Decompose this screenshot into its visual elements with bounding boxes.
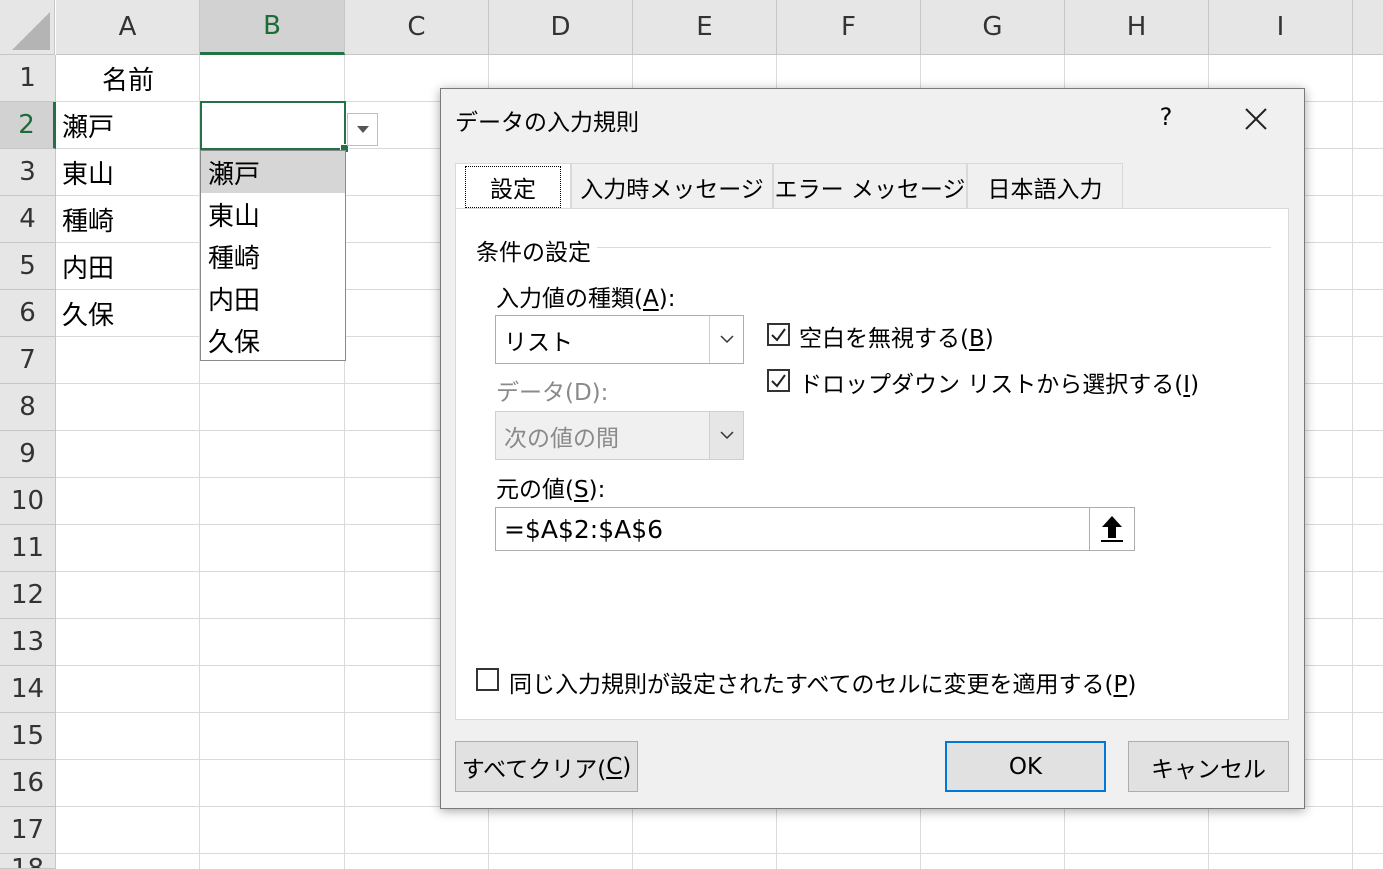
checkmark-icon [771, 328, 786, 342]
row-header-14[interactable]: 14 [0, 666, 56, 713]
cell-a2[interactable]: 瀬戸 [62, 102, 114, 149]
row-header-13[interactable]: 13 [0, 619, 56, 666]
dropdown-option[interactable]: 久保 [201, 319, 345, 361]
row-header-10[interactable]: 10 [0, 478, 56, 525]
allow-combo-button[interactable] [709, 316, 743, 363]
active-cell-b2[interactable] [200, 101, 349, 153]
row-header-6[interactable]: 6 [0, 290, 56, 337]
row-header-9[interactable]: 9 [0, 431, 56, 478]
apply-all-label[interactable]: 同じ入力規則が設定されたすべてのセルに変更を適用する(P) [509, 665, 1136, 699]
row-header-8[interactable]: 8 [0, 384, 56, 431]
ignore-blank-checkbox[interactable] [767, 323, 790, 346]
column-header-a[interactable]: A [56, 0, 200, 55]
row-header-4[interactable]: 4 [0, 196, 56, 243]
settings-panel: 条件の設定 入力値の種類(A): リスト 空白を無視する(B) ドロップダウン … [455, 208, 1289, 720]
data-value: 次の値の間 [504, 425, 619, 452]
source-input[interactable]: =$A$2:$A$6 [495, 507, 1135, 551]
row-header-18[interactable]: 18 [0, 854, 56, 869]
data-combo: 次の値の間 [495, 411, 744, 460]
apply-all-checkbox[interactable] [476, 668, 499, 691]
cancel-button[interactable]: キャンセル [1128, 741, 1289, 792]
source-label: 元の値(S): [496, 477, 606, 503]
in-cell-dropdown-label[interactable]: ドロップダウン リストから選択する(I) [799, 365, 1199, 399]
column-header-i[interactable]: I [1209, 0, 1353, 55]
close-button[interactable] [1238, 101, 1274, 137]
row-header-15[interactable]: 15 [0, 713, 56, 760]
row-header-2[interactable]: 2 [0, 102, 56, 149]
column-header-d[interactable]: D [489, 0, 633, 55]
row-header-3[interactable]: 3 [0, 149, 56, 196]
row-header-16[interactable]: 16 [0, 760, 56, 807]
chevron-down-icon [719, 431, 734, 440]
data-label: データ(D): [496, 380, 609, 406]
close-icon [1245, 108, 1267, 130]
tab-error-alert[interactable]: エラー メッセージ [773, 163, 967, 209]
checkmark-icon [771, 374, 786, 388]
cell-a6[interactable]: 久保 [62, 290, 114, 337]
column-header-g[interactable]: G [921, 0, 1065, 55]
chevron-down-icon [719, 335, 734, 344]
group-title: 条件の設定 [476, 233, 597, 267]
data-validation-dialog: データの入力規則 ? 設定 入力時メッセージ エラー メッセージ 日本語入力 条… [440, 88, 1305, 809]
tab-ime-mode[interactable]: 日本語入力 [967, 163, 1123, 209]
dialog-title: データの入力規則 [455, 110, 639, 136]
row-header-5[interactable]: 5 [0, 243, 56, 290]
select-all-triangle-icon [12, 12, 50, 50]
grid-line [1352, 55, 1353, 869]
collapse-dialog-button[interactable] [1089, 507, 1135, 551]
data-combo-button [709, 412, 743, 459]
row-header-17[interactable]: 17 [0, 807, 56, 854]
column-header-e[interactable]: E [633, 0, 777, 55]
in-cell-dropdown-checkbox[interactable] [767, 369, 790, 392]
clear-all-button[interactable]: すべてクリア(C) [455, 741, 638, 792]
dropdown-option[interactable]: 種崎 [201, 235, 345, 277]
validation-dropdown-list: 瀬戸 東山 種崎 内田 久保 [200, 150, 346, 361]
row-header-1[interactable]: 1 [0, 55, 56, 102]
column-header-next[interactable] [1353, 0, 1383, 55]
cell-a4[interactable]: 種崎 [62, 196, 114, 243]
row-header-11[interactable]: 11 [0, 525, 56, 572]
allow-combo[interactable]: リスト [495, 315, 744, 364]
allow-value: リスト [504, 329, 573, 356]
dropdown-option[interactable]: 東山 [201, 193, 345, 235]
cell-a1[interactable]: 名前 [56, 55, 200, 102]
column-header-b[interactable]: B [200, 0, 345, 55]
tab-input-message[interactable]: 入力時メッセージ [571, 163, 773, 209]
allow-label: 入力値の種類(A): [496, 286, 676, 312]
column-header-c[interactable]: C [345, 0, 489, 55]
column-header-h[interactable]: H [1065, 0, 1209, 55]
validation-dropdown-button[interactable] [347, 113, 378, 146]
ignore-blank-label[interactable]: 空白を無視する(B) [799, 319, 994, 353]
cell-a3[interactable]: 東山 [62, 149, 114, 196]
tab-settings[interactable]: 設定 [455, 163, 571, 209]
select-all-corner[interactable] [0, 0, 55, 55]
cell-a5[interactable]: 内田 [62, 243, 114, 290]
row-header-12[interactable]: 12 [0, 572, 56, 619]
column-header-f[interactable]: F [777, 0, 921, 55]
tab-settings-label: 設定 [465, 165, 561, 208]
range-select-arrow-icon [1101, 516, 1123, 542]
dropdown-option[interactable]: 内田 [201, 277, 345, 319]
help-button[interactable]: ? [1154, 99, 1178, 135]
dropdown-option[interactable]: 瀬戸 [201, 151, 345, 193]
grid-line [56, 853, 1383, 854]
ok-button[interactable]: OK [945, 741, 1106, 792]
row-header-7[interactable]: 7 [0, 337, 56, 384]
dropdown-arrow-icon [356, 126, 369, 133]
